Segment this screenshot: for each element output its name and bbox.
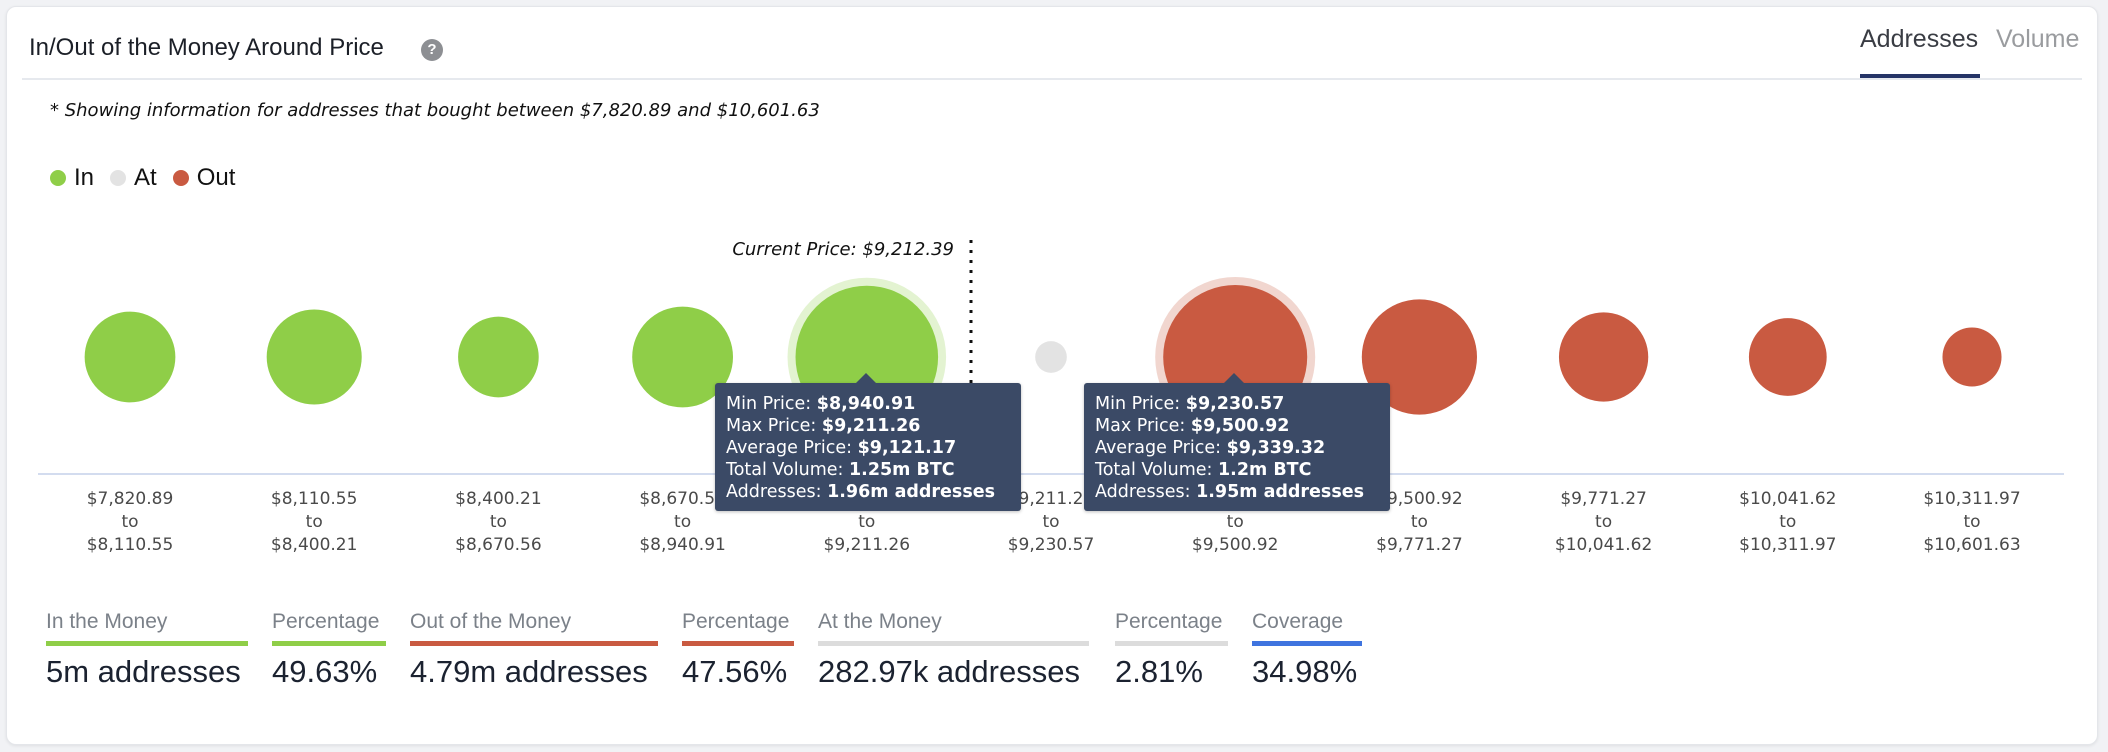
x-tick-label: $8,670.56	[455, 535, 542, 555]
stat-label: Percentage	[272, 610, 380, 633]
stat-in-percentage: Percentage 49.63%	[272, 610, 386, 690]
x-tick-label: $8,670.56	[639, 489, 726, 509]
bubble-in[interactable]	[84, 311, 176, 403]
tooltip-row: Addresses: 1.96m addresses	[726, 482, 996, 502]
stat-bar	[272, 641, 386, 646]
x-tick-label: to	[1227, 512, 1244, 532]
x-tick-label: to	[858, 512, 875, 532]
tooltip-row: Total Volume: 1.25m BTC	[726, 460, 955, 480]
tooltip-row: Min Price: $8,940.91	[726, 394, 916, 414]
bubble-chart: $7,820.89 to $8,110.55 $8,110.55 to $8,400.21…	[38, 239, 2064, 555]
stat-at-percentage: Percentage 2.81%	[1115, 610, 1228, 690]
stat-label: Percentage	[682, 610, 790, 633]
stat-coverage: Coverage 34.98%	[1252, 610, 1362, 690]
stat-value: 5m addresses	[46, 654, 241, 689]
tooltip-row: Addresses: 1.95m addresses	[1095, 482, 1365, 502]
stat-at-the-money: At the Money 282.97k addresses	[818, 610, 1089, 690]
stat-value: 4.79m addresses	[410, 654, 648, 689]
x-tick-label: $8,400.21	[455, 489, 542, 509]
stat-label: At the Money	[818, 610, 942, 633]
stat-value: 2.81%	[1115, 654, 1203, 689]
stat-bar	[46, 641, 248, 646]
tooltip-row: Max Price: $9,500.92	[1095, 416, 1290, 436]
bubble-out[interactable]	[1942, 327, 2002, 387]
tooltip-row: Total Volume: 1.2m BTC	[1095, 460, 1312, 480]
x-tick-label: to	[1779, 512, 1796, 532]
tooltip-row: Max Price: $9,211.26	[726, 416, 921, 436]
stat-bar	[682, 641, 794, 646]
tooltip-cluster-7: Min Price: $9,230.57 Max Price: $9,500.9…	[1084, 373, 1390, 511]
stat-label: Out of the Money	[410, 610, 572, 633]
stat-label: Coverage	[1252, 610, 1344, 633]
x-tick-label: $10,041.62	[1739, 489, 1836, 509]
tooltip-row: Average Price: $9,339.32	[1095, 438, 1326, 458]
x-tick-label: $10,311.97	[1739, 535, 1836, 555]
x-tick-label: $8,110.55	[271, 489, 358, 509]
bubble-at[interactable]	[1035, 341, 1067, 373]
stat-value: 49.63%	[272, 654, 378, 689]
bubble-in[interactable]	[458, 316, 539, 398]
x-tick-label: to	[121, 512, 138, 532]
x-tick-label: to	[1963, 512, 1980, 532]
bubble-out[interactable]	[1558, 312, 1649, 402]
x-tick-label: $9,771.27	[1560, 489, 1647, 509]
bubble-out[interactable]	[1748, 318, 1827, 396]
x-tick-label: to	[674, 512, 691, 532]
x-tick-label: to	[1595, 512, 1612, 532]
stat-out-of-the-money: Out of the Money 4.79m addresses	[410, 610, 658, 690]
x-tick-label: to	[1411, 512, 1428, 532]
stat-value: 34.98%	[1252, 654, 1358, 689]
stat-in-the-money: In the Money 5m addresses	[46, 610, 248, 690]
x-tick-label: $10,311.97	[1923, 489, 2020, 509]
x-tick-label: $8,400.21	[271, 535, 358, 555]
current-price-label: Current Price: $9,212.39	[732, 239, 954, 260]
x-tick-label: to	[490, 512, 507, 532]
tooltip-cluster-5: Min Price: $8,940.91 Max Price: $9,211.2…	[715, 373, 1021, 511]
x-tick-label: to	[306, 512, 323, 532]
stat-label: Percentage	[1115, 610, 1223, 633]
x-tick-label: to	[1042, 512, 1059, 532]
x-tick-label: $9,230.57	[1008, 535, 1095, 555]
x-tick-label: $7,820.89	[87, 489, 174, 509]
x-tick-label: $8,110.55	[87, 535, 174, 555]
stat-label: In the Money	[46, 610, 168, 633]
tooltip-row: Average Price: $9,121.17	[726, 438, 957, 458]
x-tick-label: $9,211.26	[824, 535, 911, 555]
stat-bar	[1252, 641, 1362, 646]
x-tick-label: $9,771.27	[1376, 535, 1463, 555]
stat-out-percentage: Percentage 47.56%	[682, 610, 794, 690]
stat-bar	[818, 641, 1089, 646]
stat-bar	[1115, 641, 1228, 646]
stat-value: 47.56%	[682, 654, 788, 689]
stat-bar	[410, 641, 658, 646]
x-tick-label: $9,500.92	[1192, 535, 1279, 555]
x-tick-label: $8,940.91	[639, 535, 726, 555]
stat-value: 282.97k addresses	[818, 654, 1080, 689]
x-tick-label: $10,601.63	[1923, 535, 2020, 555]
bubble-in[interactable]	[266, 309, 362, 405]
x-tick-label: $10,041.62	[1555, 535, 1652, 555]
tooltip-row: Min Price: $9,230.57	[1095, 394, 1285, 414]
